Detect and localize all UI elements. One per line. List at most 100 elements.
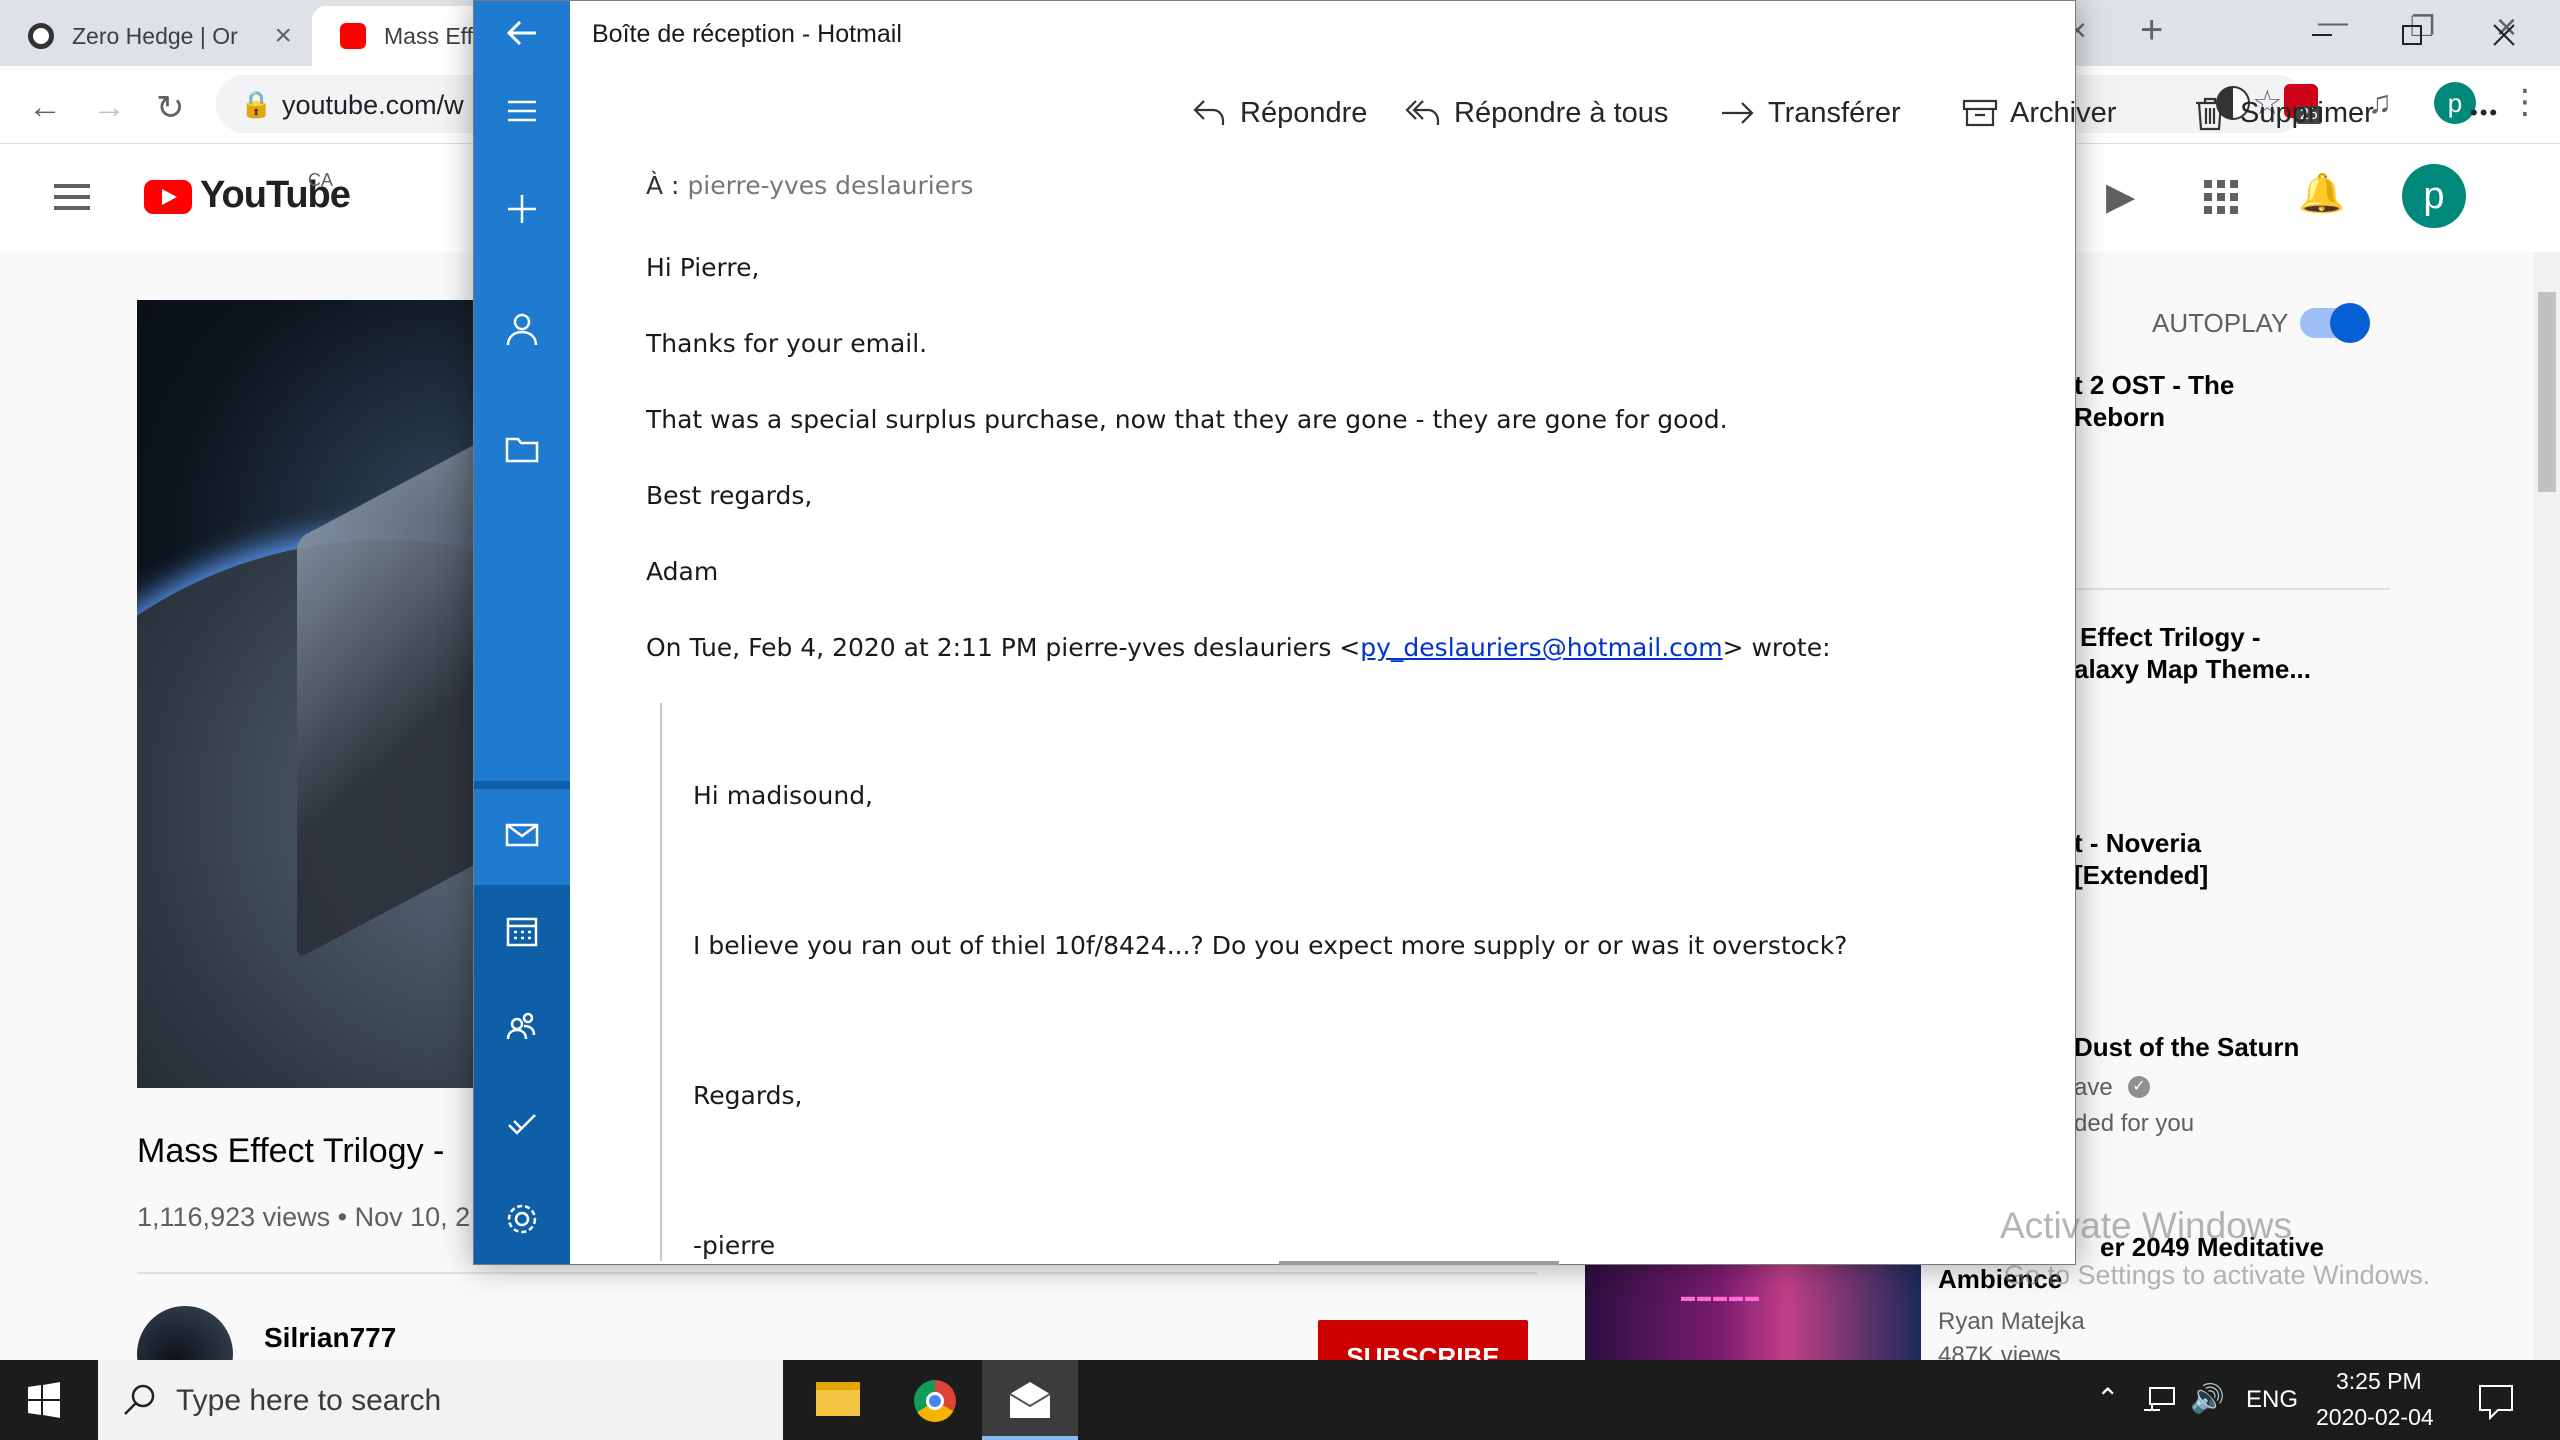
close-icon[interactable] bbox=[2482, 13, 2526, 57]
create-video-icon[interactable]: ▶ bbox=[2106, 174, 2135, 219]
video-views: 1,116,923 views • Nov 10, 2 bbox=[137, 1202, 471, 1232]
url-text: youtube.com/w bbox=[282, 90, 464, 120]
sidebar-meta: ded for you bbox=[2074, 1110, 2195, 1137]
mail-app[interactable] bbox=[982, 1360, 1078, 1440]
search-icon bbox=[124, 1384, 155, 1415]
sidebar-video-title[interactable]: [Extended] bbox=[2074, 860, 2208, 891]
calendar-icon[interactable] bbox=[500, 909, 544, 953]
account-person-icon[interactable] bbox=[500, 307, 544, 351]
autoplay-toggle[interactable] bbox=[2300, 303, 2370, 343]
reload-icon[interactable]: ↻ bbox=[156, 88, 185, 128]
back-arrow-icon[interactable] bbox=[500, 11, 544, 55]
network-icon[interactable] bbox=[2142, 1384, 2178, 1416]
taskbar-search-box[interactable]: Type here to search bbox=[98, 1360, 783, 1440]
apps-grid-icon[interactable] bbox=[2204, 180, 2238, 214]
reply-icon bbox=[1193, 100, 1225, 125]
archive-box-icon bbox=[1962, 99, 1998, 127]
volume-speaker-icon[interactable]: 🔊 bbox=[2190, 1382, 2225, 1415]
forward-button[interactable]: Transférer bbox=[1718, 81, 1901, 145]
sidebar-video-title[interactable]: Dust of the Saturn bbox=[2074, 1032, 2299, 1063]
clock-time[interactable]: 3:25 PM bbox=[2336, 1368, 2422, 1395]
tab-title: Zero Hedge | Or bbox=[72, 22, 238, 49]
sidebar-video-title[interactable]: t 2 OST - The bbox=[2074, 370, 2234, 401]
mail-app-icon bbox=[1009, 1382, 1051, 1418]
divider bbox=[137, 1272, 1537, 1274]
folder-icon[interactable] bbox=[500, 427, 544, 471]
minimize-icon[interactable] bbox=[2300, 13, 2344, 57]
paragraph: That was a special surplus purchase, now… bbox=[646, 405, 1728, 434]
signature: Adam bbox=[646, 557, 719, 586]
greeting: Hi Pierre, bbox=[646, 253, 760, 282]
mail-titlebar: Boîte de réception - Hotmail bbox=[570, 1, 2515, 67]
notifications-bell-icon[interactable]: 🔔 bbox=[2298, 172, 2345, 216]
horizontal-scrollbar[interactable] bbox=[1279, 1261, 1559, 1265]
trash-icon bbox=[2196, 97, 2224, 131]
mail-toolbar: Répondre Répondre à tous Transférer Arch… bbox=[570, 81, 2497, 145]
recipient-line: À : pierre-yves deslauriers bbox=[646, 171, 973, 200]
todo-check-icon[interactable] bbox=[500, 1101, 544, 1145]
youtube-logo-icon[interactable] bbox=[144, 180, 192, 214]
forward-icon[interactable]: → bbox=[92, 88, 126, 127]
reply-all-icon bbox=[1405, 100, 1440, 125]
close-icon[interactable]: × bbox=[274, 19, 292, 53]
opera-favicon-icon bbox=[28, 23, 54, 49]
people-icon[interactable] bbox=[500, 1005, 544, 1049]
sidebar-video-title[interactable]: Effect Trilogy - bbox=[2080, 622, 2261, 653]
new-tab-icon[interactable]: + bbox=[2140, 8, 2163, 53]
menu-kebab-icon[interactable]: ⋮ bbox=[2508, 82, 2542, 122]
quote-header: On Tue, Feb 4, 2020 at 2:11 PM pierre-yv… bbox=[646, 633, 1831, 662]
activation-watermark: Activate Windows bbox=[2000, 1205, 2292, 1246]
forward-arrow-icon bbox=[1722, 102, 1754, 124]
back-icon[interactable]: ← bbox=[28, 88, 62, 127]
sidebar-thumbnail[interactable]: ▬▬▬▬▬ bbox=[1585, 1264, 1921, 1360]
lock-icon: 🔒 bbox=[240, 89, 273, 119]
more-actions-button[interactable]: ••• bbox=[2470, 81, 2499, 145]
quote-signature: -pierre bbox=[693, 1231, 776, 1260]
sidebar-video-title[interactable]: alaxy Map Theme... bbox=[2074, 654, 2311, 685]
chrome-app[interactable] bbox=[886, 1360, 982, 1440]
sidebar-channel: ave bbox=[2074, 1074, 2113, 1101]
sender-email-link[interactable]: py_deslauriers@hotmail.com bbox=[1360, 633, 1722, 662]
page-scrollbar[interactable] bbox=[2534, 252, 2560, 1360]
maximize-icon[interactable] bbox=[2390, 13, 2434, 57]
delete-button[interactable]: Supprimer bbox=[2190, 81, 2374, 145]
file-explorer-app[interactable] bbox=[790, 1360, 886, 1440]
tab-title: Mass Eff bbox=[384, 22, 474, 49]
quote-paragraph: I believe you ran out of thiel 10f/8424.… bbox=[693, 931, 1848, 960]
youtube-favicon-icon bbox=[340, 23, 366, 49]
clock-date[interactable]: 2020-02-04 bbox=[2316, 1404, 2434, 1431]
mail-navigation-rail bbox=[474, 1, 570, 1264]
thumbnail-art: ▬▬▬▬▬ bbox=[1681, 1288, 1761, 1304]
windows-start-icon[interactable] bbox=[26, 1382, 62, 1418]
windows-taskbar: Type here to search ⌃ 🔊 ENG 3:25 PM 2020… bbox=[0, 1360, 2560, 1440]
autoplay-label: AUTOPLAY bbox=[2152, 308, 2289, 338]
sidebar-video-title[interactable]: t - Noveria bbox=[2074, 828, 2201, 859]
to-label: À : bbox=[646, 171, 680, 200]
account-avatar[interactable]: p bbox=[2402, 164, 2466, 228]
archive-button[interactable]: Archiver bbox=[1960, 81, 2116, 145]
recipient-name[interactable]: pierre-yves deslauriers bbox=[687, 171, 973, 200]
paragraph: Thanks for your email. bbox=[646, 329, 928, 358]
quoted-message: Hi madisound, I believe you ran out of t… bbox=[660, 703, 2040, 1261]
reply-button[interactable]: Répondre bbox=[1190, 81, 1367, 145]
quote-greeting: Hi madisound, bbox=[693, 781, 874, 810]
hamburger-menu-icon[interactable] bbox=[500, 89, 544, 133]
message-body: À : pierre-yves deslauriers Hi Pierre, T… bbox=[646, 151, 2046, 1261]
video-title: Mass Effect Trilogy - bbox=[137, 1132, 445, 1170]
delete-label: Supprimer bbox=[2240, 96, 2374, 129]
reply-all-button[interactable]: Répondre à tous bbox=[1404, 81, 1668, 145]
reply-all-label: Répondre à tous bbox=[1454, 96, 1669, 129]
tab-zero-hedge[interactable]: Zero Hedge | Or × bbox=[0, 6, 310, 66]
divider bbox=[2074, 588, 2390, 590]
new-mail-plus-icon[interactable] bbox=[500, 187, 544, 231]
folder-icon bbox=[816, 1382, 860, 1416]
input-language[interactable]: ENG bbox=[2246, 1386, 2298, 1414]
settings-gear-icon[interactable] bbox=[500, 1197, 544, 1241]
action-center-notification-icon[interactable] bbox=[2476, 1382, 2516, 1420]
hamburger-menu-icon[interactable] bbox=[54, 184, 90, 210]
mail-envelope-icon[interactable] bbox=[500, 813, 544, 857]
channel-name[interactable]: Silrian777 bbox=[264, 1322, 396, 1354]
sidebar-video-title[interactable]: Reborn bbox=[2074, 402, 2165, 433]
chrome-icon bbox=[914, 1380, 956, 1422]
show-hidden-icons-chevron-icon[interactable]: ⌃ bbox=[2096, 1382, 2119, 1415]
